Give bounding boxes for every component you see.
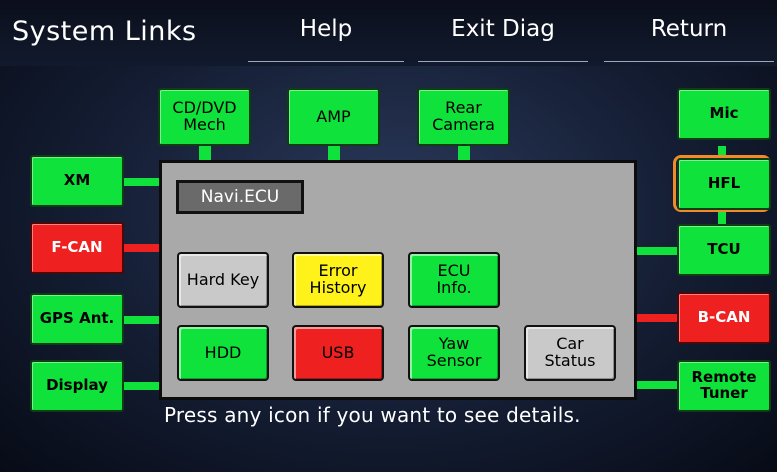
- connector-xm: [124, 178, 159, 186]
- ecu-info-button[interactable]: ECU Info.: [408, 252, 500, 308]
- module-tcu[interactable]: TCU: [677, 224, 771, 276]
- module-remote-tuner[interactable]: Remote Tuner: [677, 360, 771, 412]
- connector-display: [124, 382, 159, 390]
- module-gps-ant[interactable]: GPS Ant.: [30, 293, 124, 345]
- connector-amp: [328, 146, 340, 160]
- module-b-can[interactable]: B-CAN: [677, 292, 771, 344]
- connector-remote-tuner: [637, 381, 677, 389]
- module-mic[interactable]: Mic: [677, 88, 771, 140]
- yaw-sensor-button[interactable]: Yaw Sensor: [408, 325, 500, 381]
- connector-bcan: [637, 314, 677, 322]
- module-display[interactable]: Display: [30, 360, 124, 412]
- navi-ecu-label: Navi.ECU: [176, 180, 304, 214]
- connector-hfl-tcu: [718, 210, 726, 224]
- return-button[interactable]: Return: [604, 16, 774, 62]
- connector-cd-dvd: [199, 146, 211, 160]
- module-hfl[interactable]: HFL: [677, 158, 771, 210]
- usb-button[interactable]: USB: [292, 325, 384, 381]
- hard-key-button[interactable]: Hard Key: [177, 252, 269, 308]
- hint-text: Press any icon if you want to see detail…: [164, 403, 581, 427]
- hdd-button[interactable]: HDD: [177, 325, 269, 381]
- exit-diag-button[interactable]: Exit Diag: [418, 16, 588, 62]
- module-amp[interactable]: AMP: [287, 88, 380, 146]
- module-xm[interactable]: XM: [30, 155, 124, 207]
- car-status-button[interactable]: Car Status: [524, 325, 616, 381]
- connector-gps: [124, 316, 159, 324]
- connector-fcan: [124, 244, 159, 252]
- page-title: System Links: [12, 16, 197, 47]
- error-history-button[interactable]: Error History: [292, 252, 384, 308]
- connector-rear-camera: [458, 146, 470, 160]
- module-cd-dvd-mech[interactable]: CD/DVD Mech: [158, 88, 251, 146]
- module-f-can[interactable]: F-CAN: [30, 222, 124, 274]
- help-button[interactable]: Help: [248, 16, 404, 62]
- module-rear-camera[interactable]: Rear Camera: [417, 88, 510, 146]
- connector-tcu: [637, 247, 677, 255]
